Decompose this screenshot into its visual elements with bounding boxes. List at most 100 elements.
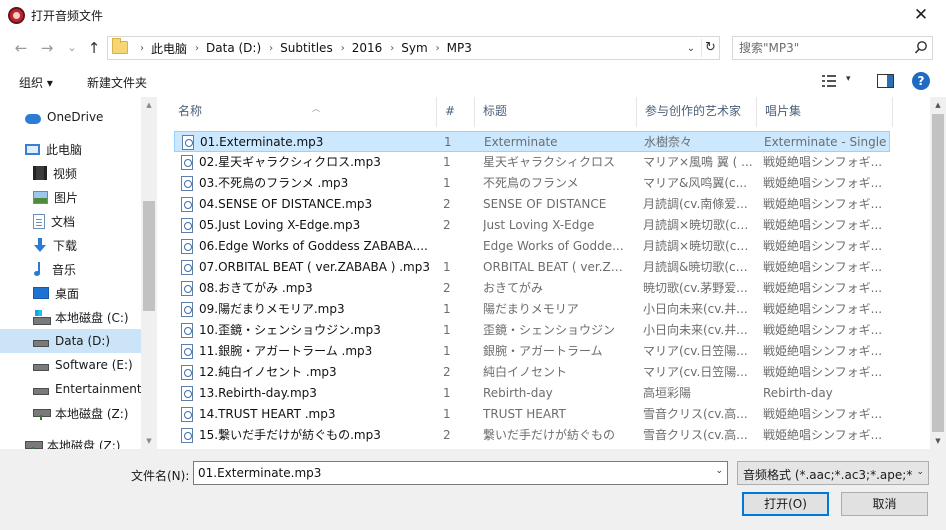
file-row[interactable]: 11.銀腕・アガートラーム .mp3 1 銀腕・アガートラーム マリア(cv.日笠陽.… (174, 341, 890, 362)
track-album: 戦姫絶唱シンフォギ... (763, 365, 883, 379)
column-header-album[interactable]: 唱片集 (757, 97, 893, 127)
cancel-button[interactable]: 取消 (841, 492, 928, 516)
filename-combobox[interactable]: ⌄ (193, 461, 728, 485)
track-album: 戦姫絶唱シンフォギ... (763, 323, 883, 337)
file-row[interactable]: 01.Exterminate.mp3 1 Exterminate 水樹奈々 Exterm… (174, 131, 890, 152)
address-bar[interactable]: › 此电脑 › Data (D:) › Subtitles › 2016 › S… (107, 36, 720, 60)
view-dropdown-icon[interactable]: ▾ (846, 74, 851, 84)
new-folder-button[interactable]: 新建文件夹 (87, 74, 147, 91)
filename-dropdown-icon[interactable]: ⌄ (715, 466, 723, 476)
sidebar-item-videos[interactable]: 视频 (0, 161, 141, 185)
column-headers: 名称 ︿ # 标题 参与创作的艺术家 唱片集 (158, 97, 930, 127)
file-row[interactable]: 14.TRUST HEART .mp3 1 TRUST HEART 雪音クリス(cv.… (174, 404, 890, 425)
file-name: 14.TRUST HEART .mp3 (199, 407, 336, 421)
file-row[interactable]: 15.繋いだ手だけが紡ぐもの.mp3 2 繋いだ手だけが紡ぐもの 雪音クリス(cv.高… (174, 425, 890, 446)
search-icon[interactable] (914, 40, 928, 56)
file-row[interactable]: 09.陽だまりメモリア.mp3 1 陽だまりメモリア 小日向未来(cv.井... 戦姫絶… (174, 299, 890, 320)
file-row[interactable]: 03.不死鳥のフランメ .mp3 1 不死鳥のフランメ マリア&风鸣翼(c... 戦姫絶… (174, 173, 890, 194)
file-row[interactable]: 08.おきてがみ .mp3 2 おきてがみ 暁切歌(cv.茅野爱... 戦姫絶唱シンフォ… (174, 278, 890, 299)
sidebar-item-drive-e[interactable]: Software (E:) (0, 353, 141, 377)
breadcrumb-separator[interactable]: › (333, 43, 352, 54)
track-title: おきてがみ (483, 281, 544, 295)
breadcrumb-separator[interactable]: › (428, 43, 447, 54)
view-options-icon[interactable] (822, 74, 836, 88)
column-header-number[interactable]: # (437, 97, 475, 127)
scrollbar-thumb[interactable] (932, 114, 944, 432)
scroll-up-icon[interactable]: ▲ (930, 97, 946, 113)
breadcrumb-mp3[interactable]: MP3 (447, 41, 472, 55)
sidebar-item-music[interactable]: 音乐 (0, 257, 141, 281)
file-row[interactable]: 04.SENSE OF DISTANCE.mp3 2 SENSE OF DISTAN… (174, 194, 890, 215)
column-header-artist[interactable]: 参与创作的艺术家 (637, 97, 757, 127)
column-header-title[interactable]: 标题 (475, 97, 637, 127)
breadcrumb-2016[interactable]: 2016 (352, 41, 383, 55)
network-drive-icon (33, 406, 51, 420)
search-box[interactable] (732, 36, 933, 60)
recent-locations-chevron-icon[interactable]: ⌄ (63, 39, 81, 57)
breadcrumb-this-pc[interactable]: 此电脑 (151, 40, 187, 57)
scroll-down-icon[interactable]: ▼ (930, 433, 946, 449)
open-button[interactable]: 打开(O) (742, 492, 829, 516)
sidebar-item-pictures[interactable]: 图片 (0, 185, 141, 209)
breadcrumb-separator[interactable]: › (382, 43, 401, 54)
breadcrumb-separator[interactable]: › (261, 43, 280, 54)
back-arrow-icon[interactable]: ← (12, 39, 30, 57)
track-number: 1 (444, 135, 452, 149)
download-icon (33, 237, 47, 253)
breadcrumb-subtitles[interactable]: Subtitles (280, 41, 333, 55)
scroll-down-icon[interactable]: ▼ (141, 433, 157, 449)
sidebar-item-this-pc[interactable]: 此电脑 (0, 137, 141, 161)
scrollbar-thumb[interactable] (143, 201, 155, 311)
sidebar-item-drive-c[interactable]: 本地磁盘 (C:) (0, 305, 141, 329)
file-row[interactable]: 02.星天ギャラクシィクロス.mp3 1 星天ギャラクシィクロス マリア×風鳴 翼 (… (174, 152, 890, 173)
scroll-up-icon[interactable]: ▲ (141, 97, 157, 113)
file-type-select[interactable]: 音频格式 (*.aac;*.ac3;*.ape;*.c ⌄ (737, 461, 929, 485)
file-row[interactable]: 07.ORBITAL BEAT ( ver.ZABABA ) .mp3 1 ORBI… (174, 257, 890, 278)
file-name: 06.Edge Works of Goddess ZABABA.... (199, 239, 428, 253)
breadcrumb-sym[interactable]: Sym (401, 41, 427, 55)
filename-input[interactable] (198, 465, 698, 481)
file-row[interactable]: 10.歪鏡・シェンショウジン.mp3 1 歪鏡・シェンショウジン 小日向未来(cv.井… (174, 320, 890, 341)
close-button[interactable]: ✕ (898, 2, 944, 29)
sidebar-item-drive-d[interactable]: Data (D:) (0, 329, 141, 353)
file-row[interactable]: 05.Just Loving X-Edge.mp3 2 Just Loving X-… (174, 215, 890, 236)
sidebar-item-label: 下载 (53, 238, 78, 253)
audio-file-icon (181, 344, 193, 359)
search-input[interactable] (739, 40, 909, 56)
sidebar-item-entertainment[interactable]: Entertainment ( (0, 377, 150, 401)
track-number: 1 (443, 323, 451, 337)
file-list-scrollbar[interactable]: ▲ ▼ (930, 97, 946, 449)
help-icon[interactable]: ? (912, 72, 930, 90)
sidebar-item-label: 本地磁盘 (Z:) (55, 406, 129, 421)
organize-button[interactable]: 组织 ▾ (19, 74, 53, 91)
breadcrumb-separator[interactable]: › (187, 43, 206, 54)
refresh-icon[interactable]: ↻ (701, 39, 719, 57)
sidebar-item-onedrive[interactable]: OneDrive (0, 105, 141, 129)
sidebar-item-drive-z[interactable]: 本地磁盘 (Z:) (0, 401, 141, 425)
track-artist: マリア×風鳴 翼 ( ... (643, 155, 753, 169)
track-title: TRUST HEART (483, 407, 566, 421)
forward-arrow-icon[interactable]: → (38, 39, 56, 57)
column-header-name[interactable]: 名称 ︿ (170, 97, 437, 127)
sidebar-item-desktop[interactable]: 桌面 (0, 281, 141, 305)
file-name: 08.おきてがみ .mp3 (199, 281, 313, 295)
track-album: 戦姫絶唱シンフォギ... (763, 302, 883, 316)
file-row[interactable]: 06.Edge Works of Goddess ZABABA.... Edge … (174, 236, 890, 257)
drive-icon (33, 388, 49, 395)
sidebar-item-downloads[interactable]: 下载 (0, 233, 141, 257)
preview-pane-icon[interactable] (877, 74, 894, 88)
up-arrow-icon[interactable]: ↑ (85, 39, 103, 57)
file-name: 04.SENSE OF DISTANCE.mp3 (199, 197, 373, 211)
sidebar-scrollbar[interactable]: ▲ ▼ (141, 97, 157, 449)
file-row[interactable]: 12.純白イノセント .mp3 2 純白イノセント マリア(cv.日笠陽... 戦姫絶唱… (174, 362, 890, 383)
sidebar-item-drive-z-root[interactable]: 本地磁盘 (Z:) (0, 433, 141, 449)
file-type-dropdown-icon[interactable]: ⌄ (916, 467, 924, 477)
sidebar-item-documents[interactable]: 文档 (0, 209, 141, 233)
file-row[interactable]: 13.Rebirth-day.mp3 1 Rebirth-day 高垣彩陽 Rebirt… (174, 383, 890, 404)
breadcrumb-data-drive[interactable]: Data (D:) (206, 41, 261, 55)
title-bar: 打开音频文件 ✕ (0, 0, 946, 31)
track-number: 1 (443, 407, 451, 421)
address-history-chevron-icon[interactable]: ⌄ (682, 40, 700, 58)
track-title: SENSE OF DISTANCE (483, 197, 607, 211)
track-album: Rebirth-day (763, 386, 833, 400)
